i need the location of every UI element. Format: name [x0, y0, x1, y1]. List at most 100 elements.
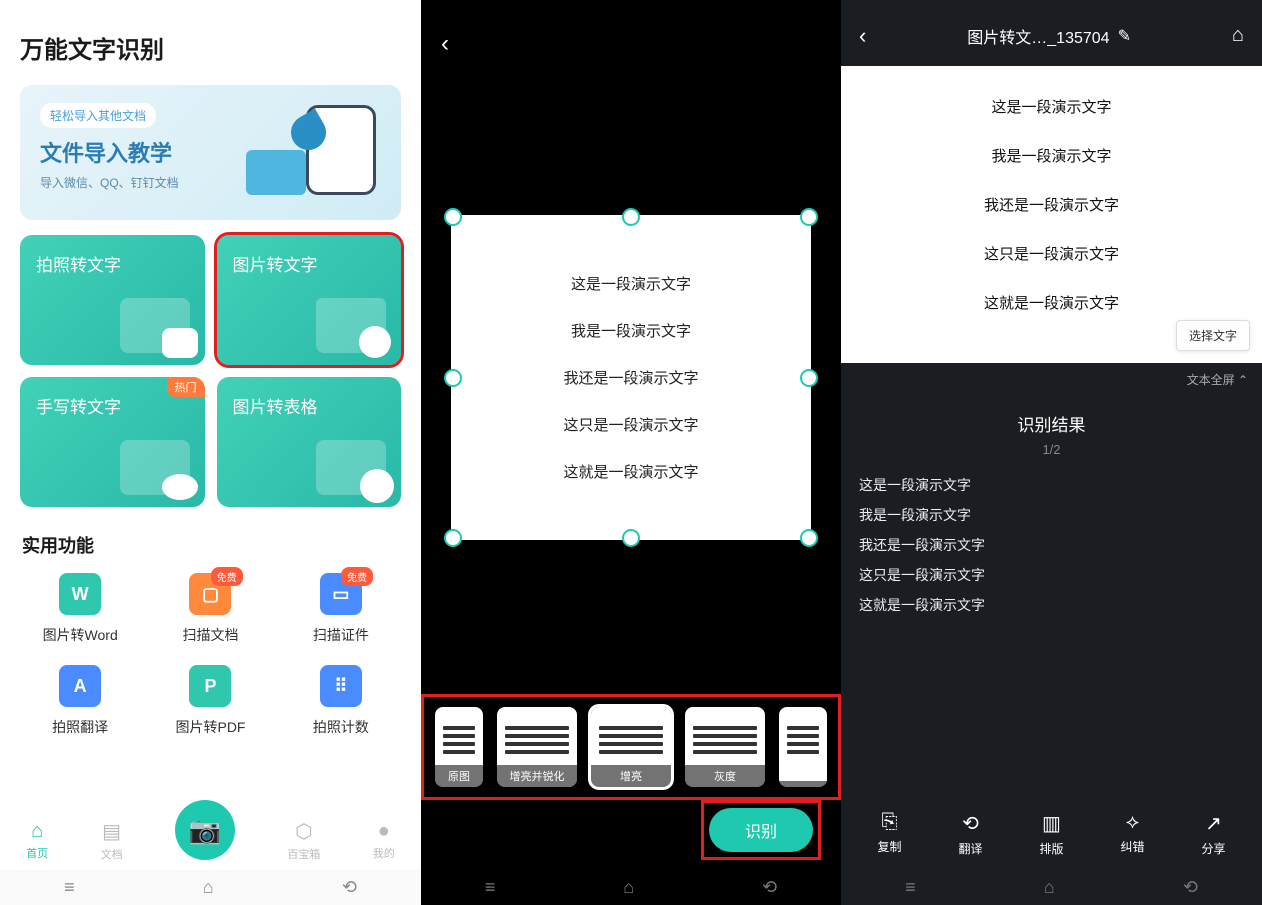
nav-toolbox[interactable]: ⬡ 百宝箱: [287, 819, 320, 862]
tool-item[interactable]: P 图片转PDF: [150, 665, 270, 737]
app-title: 万能文字识别: [0, 0, 421, 85]
action-复制[interactable]: ⎘复制: [877, 811, 901, 857]
filter-label: [779, 781, 827, 787]
profile-icon: ●: [373, 820, 395, 843]
sys-menu-icon[interactable]: ≡: [485, 877, 496, 898]
home-button[interactable]: ⌂: [1232, 24, 1244, 47]
sys-back-icon[interactable]: ⟲: [762, 877, 777, 898]
sys-home-icon[interactable]: ⌂: [623, 877, 634, 898]
result-line[interactable]: 这只是一段演示文字: [859, 565, 1244, 585]
toolbox-icon: ⬡: [287, 819, 320, 844]
tool-icon: P: [189, 665, 231, 707]
action-label: 排版: [1039, 842, 1063, 856]
tool-item[interactable]: ⠿拍照计数: [281, 665, 401, 737]
action-翻译[interactable]: ⟲翻译: [958, 811, 982, 857]
sys-home-icon[interactable]: ⌂: [1044, 877, 1055, 898]
crop-handle-br[interactable]: [800, 529, 818, 547]
result-line[interactable]: 这就是一段演示文字: [859, 595, 1244, 615]
nav-label: 文档: [101, 846, 123, 862]
result-title: 识别结果: [841, 411, 1262, 436]
search-icon: [316, 440, 386, 495]
action-纠错[interactable]: ⟡纠错: [1120, 811, 1144, 857]
crop-handle-bl[interactable]: [444, 529, 462, 547]
import-illustration: [246, 105, 386, 200]
crop-handle-bm[interactable]: [622, 529, 640, 547]
folder-icon: [316, 298, 386, 353]
result-header: ‹ 图片转文…_135704 ✎ ⌂: [841, 0, 1262, 56]
filter-option[interactable]: 灰度: [685, 707, 765, 787]
tile-image-to-text[interactable]: 图片转文字: [217, 235, 402, 365]
action-icon: ↗: [1201, 811, 1225, 836]
import-tutorial-card[interactable]: 轻松导入其他文档 文件导入教学 导入微信、QQ、钉钉文档: [20, 85, 401, 220]
tools-grid: W图片转Word免费▢扫描文档免费▭扫描证件 A拍照翻译 P 图片转PDF ⠿拍照计数: [0, 573, 421, 737]
camera-icon: 📷: [189, 815, 221, 846]
hot-badge: 热门: [167, 377, 205, 397]
feature-tiles: 拍照转文字 图片转文字 热门 手写转文字 图片转表格: [0, 235, 421, 507]
system-nav: ≡ ⌂ ⟲: [841, 870, 1262, 905]
tools-section-title: 实用功能: [0, 507, 421, 573]
tool-item[interactable]: A拍照翻译: [20, 665, 140, 737]
back-button[interactable]: ‹: [441, 30, 449, 58]
nav-home[interactable]: ⌂ 首页: [26, 820, 48, 861]
result-line[interactable]: 这是一段演示文字: [859, 475, 1244, 495]
result-lines[interactable]: 这是一段演示文字我是一段演示文字我还是一段演示文字这只是一段演示文字这就是一段演…: [841, 475, 1262, 615]
back-button[interactable]: ‹: [859, 23, 866, 49]
result-panel: ‹ 图片转文…_135704 ✎ ⌂ 这是一段演示文字我是一段演示文字我还是一段…: [841, 0, 1262, 905]
select-text-button[interactable]: 选择文字: [1176, 320, 1250, 351]
sys-back-icon[interactable]: ⟲: [342, 877, 357, 898]
crop-handle-tm[interactable]: [622, 208, 640, 226]
filter-option[interactable]: 原图: [435, 707, 483, 787]
sys-menu-icon[interactable]: ≡: [905, 877, 916, 898]
docs-icon: ▤: [101, 819, 123, 844]
crop-handle-tl[interactable]: [444, 208, 462, 226]
result-line[interactable]: 我还是一段演示文字: [859, 535, 1244, 555]
recognize-button[interactable]: 识别: [709, 808, 813, 852]
tool-item[interactable]: 免费▭扫描证件: [281, 573, 401, 645]
crop-handle-ml[interactable]: [444, 369, 462, 387]
bottom-nav: ⌂ 首页 ▤ 文档 📷 ⬡ 百宝箱 ● 我的: [0, 810, 421, 870]
tool-label: 拍照计数: [281, 717, 401, 737]
filter-label: 增亮: [591, 765, 671, 787]
action-icon: ⟲: [958, 811, 982, 836]
tool-label: 图片转PDF: [150, 717, 270, 737]
sys-menu-icon[interactable]: ≡: [64, 877, 75, 898]
crop-frame[interactable]: 这是一段演示文字我是一段演示文字我还是一段演示文字这只是一段演示文字这就是一段演…: [451, 215, 811, 540]
filter-bar-highlight: 原图增亮并锐化增亮灰度: [421, 694, 841, 800]
filter-option[interactable]: 增亮: [591, 707, 671, 787]
tool-label: 扫描文档: [150, 625, 270, 645]
action-label: 分享: [1201, 842, 1225, 856]
preview-lines: 这是一段演示文字我是一段演示文字我还是一段演示文字这只是一段演示文字这就是一段演…: [861, 96, 1242, 313]
action-分享[interactable]: ↗ 分享: [1201, 811, 1225, 857]
sys-home-icon[interactable]: ⌂: [203, 877, 214, 898]
filter-label: 灰度: [685, 765, 765, 787]
eye-icon: [120, 440, 190, 495]
nav-profile[interactable]: ● 我的: [373, 820, 395, 861]
tile-label: 拍照转文字: [36, 256, 121, 275]
sys-back-icon[interactable]: ⟲: [1183, 877, 1198, 898]
crop-handle-mr[interactable]: [800, 369, 818, 387]
tool-item[interactable]: 免费▢扫描文档: [150, 573, 270, 645]
tile-label: 图片转表格: [233, 398, 318, 417]
tile-image-to-table[interactable]: 图片转表格: [217, 377, 402, 507]
filter-option[interactable]: [779, 707, 827, 787]
filter-option[interactable]: 增亮并锐化: [497, 707, 577, 787]
filter-bar[interactable]: 原图增亮并锐化增亮灰度: [429, 702, 833, 792]
filter-label: 增亮并锐化: [497, 765, 577, 787]
crop-panel: ‹ 这是一段演示文字我是一段演示文字我还是一段演示文字这只是一段演示文字这就是一…: [421, 0, 841, 905]
fullscreen-toggle[interactable]: 文本全屏 ⌃: [841, 363, 1262, 396]
tile-label: 图片转文字: [233, 256, 318, 275]
tool-label: 扫描证件: [281, 625, 401, 645]
free-badge: 免费: [341, 567, 373, 586]
crop-handle-tr[interactable]: [800, 208, 818, 226]
nav-camera-button[interactable]: 📷: [175, 800, 235, 860]
nav-docs[interactable]: ▤ 文档: [101, 819, 123, 862]
tile-photo-to-text[interactable]: 拍照转文字: [20, 235, 205, 365]
tile-handwriting-to-text[interactable]: 热门 手写转文字: [20, 377, 205, 507]
action-bar: ⎘复制 ⟲翻译 ▥排版 ⟡纠错 ↗ 分享: [841, 801, 1262, 867]
filter-label: 原图: [435, 765, 483, 787]
edit-icon[interactable]: ✎: [1118, 26, 1131, 46]
action-排版[interactable]: ▥排版: [1039, 811, 1063, 857]
tool-item[interactable]: W图片转Word: [20, 573, 140, 645]
result-line[interactable]: 我是一段演示文字: [859, 505, 1244, 525]
result-page-indicator: 1/2: [841, 442, 1262, 457]
